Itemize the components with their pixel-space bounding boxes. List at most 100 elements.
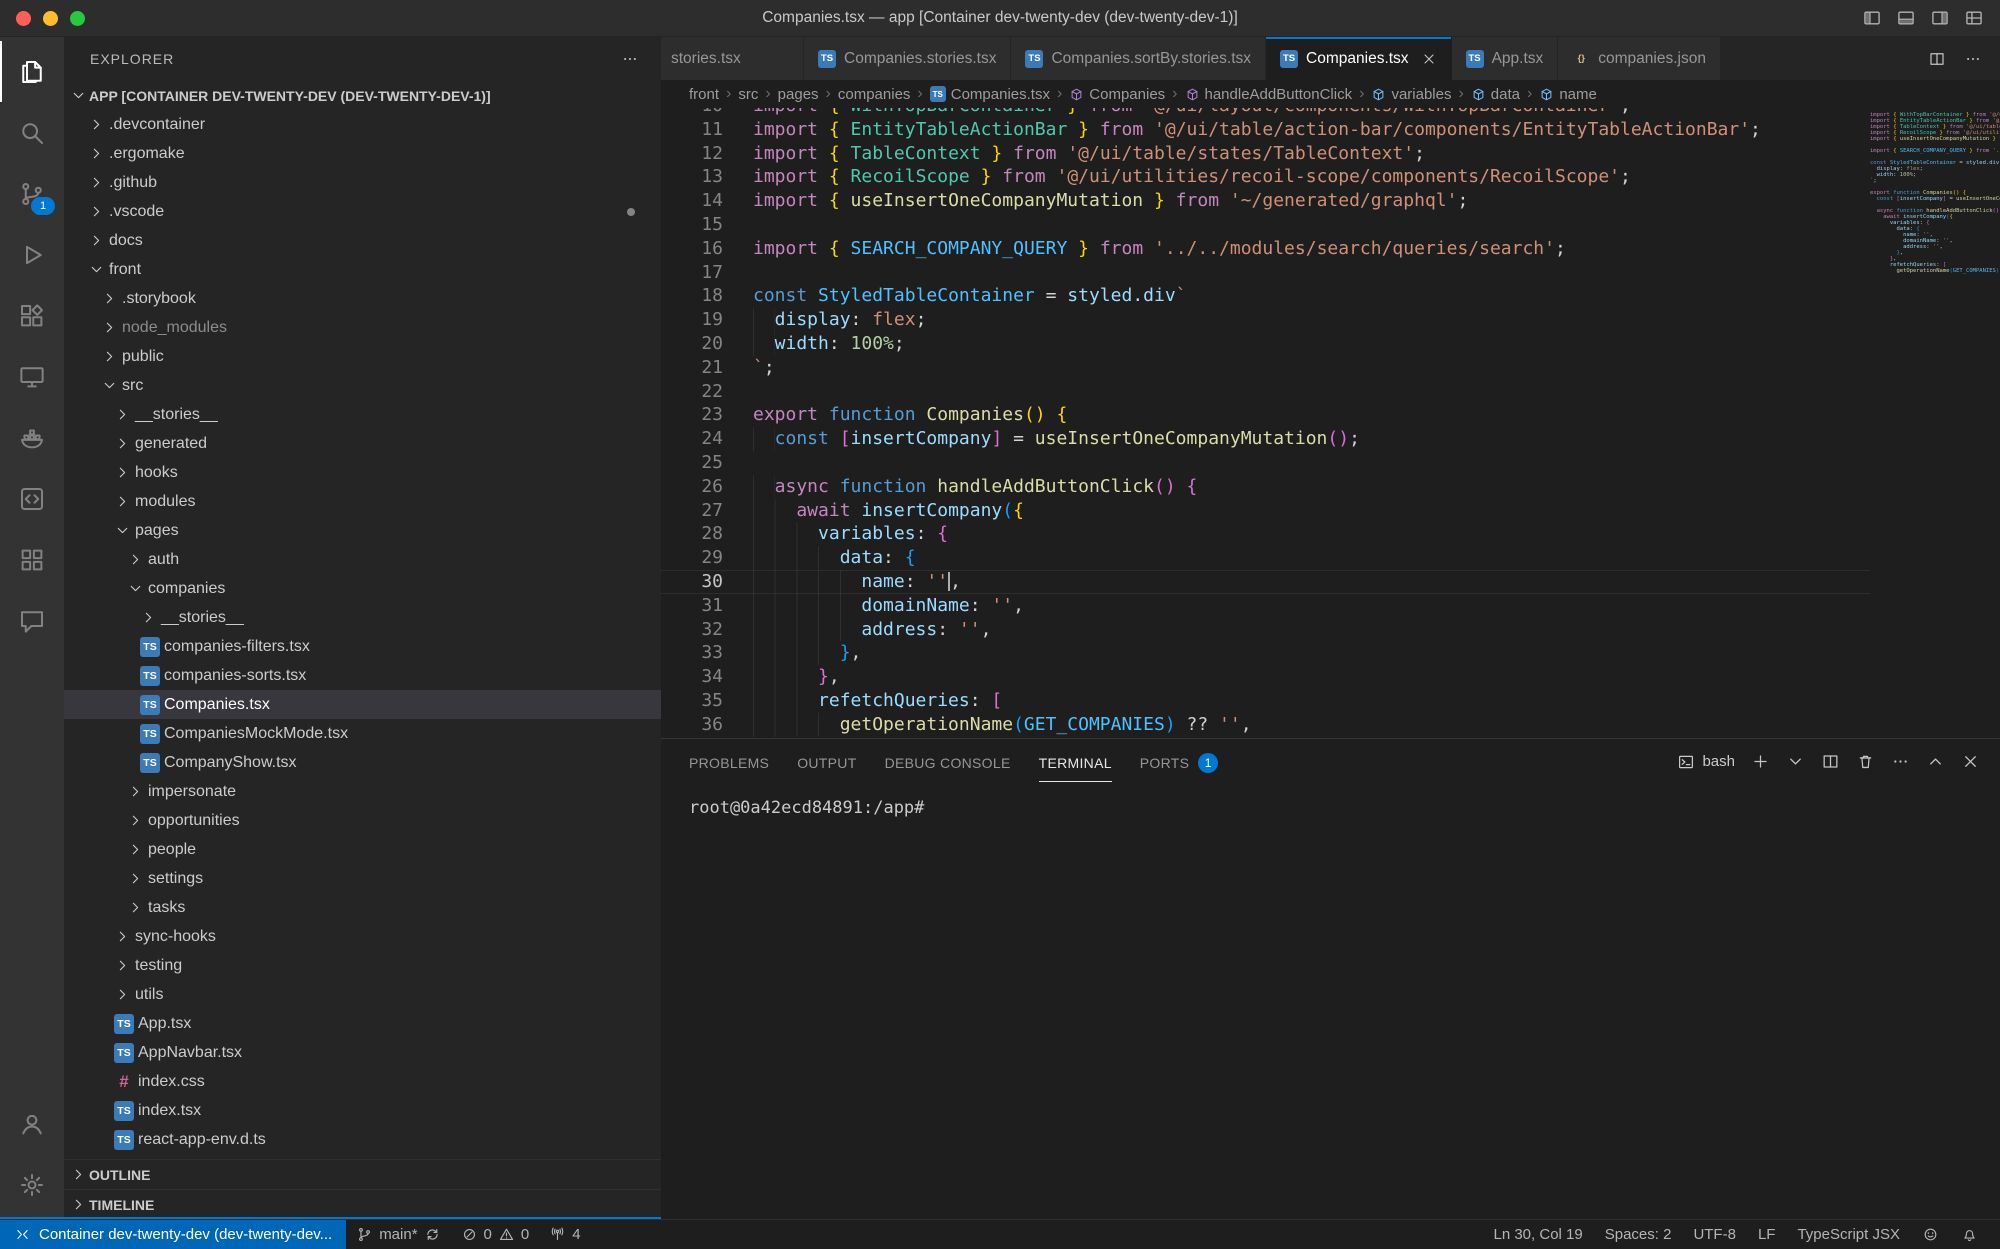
activity-docker-button[interactable] [0,407,64,468]
tree-item-people[interactable]: people [64,835,661,864]
tree-item-public[interactable]: public [64,342,661,371]
activity-extensions-button[interactable] [0,285,64,346]
tree-item-.storybook[interactable]: .storybook [64,284,661,313]
editor[interactable]: 10import { WithTopBarContainer } from '@… [661,108,2000,738]
tree-item-opportunities[interactable]: opportunities [64,806,661,835]
line-number[interactable]: 18 [661,284,753,308]
tree-item-App.tsx[interactable]: TSApp.tsx [64,1009,661,1038]
tree-item-Companies.tsx[interactable]: TSCompanies.tsx [64,690,661,719]
line-number[interactable]: 23 [661,403,753,427]
code-line-28[interactable]: 28variables: { [661,522,1870,546]
line-number[interactable]: 12 [661,142,753,166]
line-number[interactable]: 19 [661,308,753,332]
panel-tab-PORTS[interactable]: PORTS1 [1140,741,1218,783]
toggle-secondary-sidebar-button[interactable] [1930,8,1950,28]
outline-section-header[interactable]: OUTLINE [64,1159,661,1189]
panel-tab-OUTPUT[interactable]: OUTPUT [797,743,856,781]
toggle-panel-button[interactable] [1896,8,1916,28]
tree-item-auth[interactable]: auth [64,545,661,574]
code-line-13[interactable]: 13import { RecoilScope } from '@/ui/util… [661,165,1870,189]
code-line-24[interactable]: 24const [insertCompany] = useInsertOneCo… [661,427,1870,451]
tree-item-index.css[interactable]: #index.css [64,1067,661,1096]
breadcrumb-Companies.tsx[interactable]: TSCompanies.tsx [930,86,1050,103]
tree-item-settings[interactable]: settings [64,864,661,893]
line-number[interactable]: 33 [661,641,753,665]
code-line-34[interactable]: 34}, [661,665,1870,689]
line-number[interactable]: 22 [661,380,753,404]
feedback-item[interactable] [1912,1226,1949,1243]
code-line-17[interactable]: 17 [661,261,1870,285]
activity-search-button[interactable] [0,102,64,163]
tree-item-utils[interactable]: utils [64,980,661,1009]
tree-item-__stories__[interactable]: __stories__ [64,603,661,632]
tab-Companies.stories.tsx[interactable]: TSCompanies.stories.tsx [804,37,1011,80]
code-line-18[interactable]: 18const StyledTableContainer = styled.di… [661,284,1870,308]
line-number[interactable]: 36 [661,713,753,737]
code-line-19[interactable]: 19display: flex; [661,308,1870,332]
code-line-36[interactable]: 36getOperationName(GET_COMPANIES) ?? '', [661,713,1870,737]
encoding-item[interactable]: UTF-8 [1683,1226,1746,1243]
maximize-panel-button[interactable] [1926,752,1945,771]
code-line-12[interactable]: 12import { TableContext } from '@/ui/tab… [661,142,1870,166]
zoom-window-button[interactable] [70,11,85,26]
close-tab-icon[interactable] [1421,51,1437,67]
line-number[interactable]: 16 [661,237,753,261]
problems-item[interactable]: 0 0 [451,1220,540,1249]
tree-item-pages[interactable]: pages [64,516,661,545]
split-editor-button[interactable] [1928,50,1946,68]
minimize-window-button[interactable] [43,11,58,26]
breadcrumb-front[interactable]: front [689,86,719,103]
terminal[interactable]: root@0a42ecd84891:/app# [661,784,2000,1219]
tab-stories.tsx[interactable]: stories.tsx [661,37,804,80]
tree-item-AppNavbar.tsx[interactable]: TSAppNavbar.tsx [64,1038,661,1067]
line-number[interactable]: 20 [661,332,753,356]
more-actions-button[interactable] [1891,752,1910,771]
line-number[interactable]: 29 [661,546,753,570]
tree-item-index.tsx[interactable]: TSindex.tsx [64,1096,661,1125]
branch-item[interactable]: main* [346,1220,450,1249]
notifications-item[interactable] [1951,1226,1988,1243]
activity-remote-explorer-button[interactable] [0,346,64,407]
tab-Companies.tsx[interactable]: TSCompanies.tsx [1266,37,1452,80]
line-number[interactable]: 28 [661,522,753,546]
tree-item-.vscode[interactable]: .vscode [64,197,661,226]
code-line-15[interactable]: 15 [661,213,1870,237]
tree-item-__stories__[interactable]: __stories__ [64,400,661,429]
split-terminal-button[interactable] [1821,752,1840,771]
code-line-20[interactable]: 20width: 100%; [661,332,1870,356]
panel-tab-TERMINAL[interactable]: TERMINAL [1039,743,1112,782]
activity-settings-button[interactable] [0,1154,64,1215]
sash-highlight[interactable] [0,1217,661,1219]
tree-item-react-app-env.d.ts[interactable]: TSreact-app-env.d.ts [64,1125,661,1154]
tree-item-generated[interactable]: generated [64,429,661,458]
code-line-10[interactable]: 10import { WithTopBarContainer } from '@… [661,108,1870,118]
code-line-22[interactable]: 22 [661,380,1870,404]
minimap[interactable]: 10import { WithTopBarContainer } from '@… [1870,108,2000,738]
project-section-header[interactable]: APP [CONTAINER DEV-TWENTY-DEV (DEV-TWENT… [64,81,661,110]
cursor-position[interactable]: Ln 30, Col 19 [1483,1226,1592,1243]
code-line-30[interactable]: 30name: '', [661,570,1870,594]
line-number[interactable]: 35 [661,689,753,713]
tree-item-testing[interactable]: testing [64,951,661,980]
activity-explorer-button[interactable] [0,41,64,102]
breadcrumb-handleAddButtonClick[interactable]: handleAddButtonClick [1185,86,1353,103]
line-number[interactable]: 24 [661,427,753,451]
line-number[interactable]: 11 [661,118,753,142]
line-number[interactable]: 17 [661,261,753,285]
tree-item-.github[interactable]: .github [64,168,661,197]
tree-item-sync-hooks[interactable]: sync-hooks [64,922,661,951]
tree-item-docs[interactable]: docs [64,226,661,255]
language-mode-item[interactable]: TypeScript JSX [1787,1226,1910,1243]
line-number[interactable]: 10 [661,108,753,118]
more-actions-button[interactable] [1964,50,1982,68]
tree-item-impersonate[interactable]: impersonate [64,777,661,806]
code-line-31[interactable]: 31domainName: '', [661,594,1870,618]
remote-indicator[interactable]: Container dev-twenty-dev (dev-twenty-dev… [0,1220,346,1249]
line-number[interactable]: 21 [661,356,753,380]
panel-tab-DEBUG CONSOLE[interactable]: DEBUG CONSOLE [885,743,1011,781]
line-number[interactable]: 15 [661,213,753,237]
activity-chat-button[interactable] [0,590,64,651]
code-line-27[interactable]: 27await insertCompany({ [661,499,1870,523]
code-line-25[interactable]: 25 [661,451,1870,475]
kill-terminal-button[interactable] [1856,752,1875,771]
